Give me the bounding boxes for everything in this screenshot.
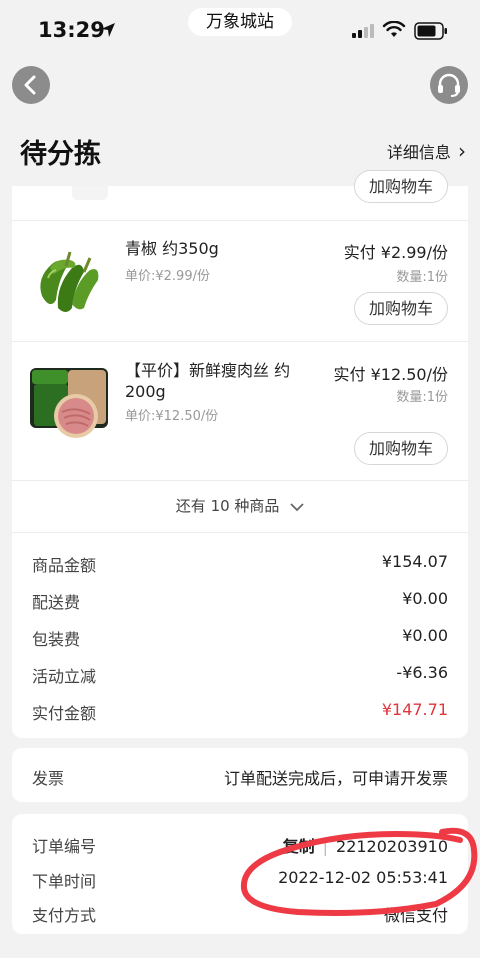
payment-method-label: 支付方式 [32,906,97,925]
customer-service-button[interactable] [430,66,468,104]
separator: | [322,837,329,856]
back-button[interactable] [12,66,50,104]
row-divider [12,341,468,342]
status-time: 13:29 [38,18,105,42]
order-time-label: 下单时间 [32,872,97,891]
goods-card: 加购物车 青椒 约350g 单价:¥2.99/份 实付 ¥2.99/份 数量:1… [12,170,468,738]
invoice-card[interactable]: 发票 订单配送完成后，可申请开发票 [12,748,468,802]
product-name: 【平价】新鲜瘦肉丝 约200g [125,361,291,401]
summary-paid-value: ¥147.71 [381,700,448,719]
product-paid-price: 实付 ¥2.99/份 [343,243,448,262]
invoice-label: 发票 [32,769,65,788]
product-quantity: 数量:1份 [396,390,448,405]
detail-info-label: 详细信息 [386,143,451,162]
product-image-green-pepper [28,238,110,320]
summary-label: 包装费 [32,630,81,649]
summary-value: -¥6.36 [396,663,448,682]
summary-value: ¥154.07 [381,552,448,571]
add-to-cart-button[interactable]: 加购物车 [354,292,448,325]
order-info-card: 订单编号 复制 | 22120203910 下单时间 2022-12-02 05:5… [12,814,468,934]
battery-icon [414,22,447,40]
copy-button[interactable]: 复制 [283,837,315,856]
location-arrow-icon [101,23,115,37]
add-to-cart-button[interactable]: 加购物车 [354,432,448,465]
payment-method-value: 微信支付 [383,906,448,925]
summary-value: ¥0.00 [402,589,448,608]
summary-label: 实付金额 [32,704,97,723]
summary-label: 配送费 [32,593,81,612]
order-time-value: 2022-12-02 05:53:41 [278,868,448,887]
chevron-down-icon [290,502,304,511]
row-divider [12,480,468,481]
product-quantity: 数量:1份 [396,270,448,285]
order-id-value-group: 复制 | 22120203910 [283,833,448,857]
more-goods-toggle[interactable]: 还有 10 种商品 [12,495,468,516]
summary-label: 活动立减 [32,667,97,686]
add-to-cart-button[interactable]: 加购物车 [354,170,448,203]
detail-info-link[interactable]: 详细信息 › [387,139,466,163]
order-id-value: 22120203910 [336,837,448,856]
summary-value: ¥0.00 [402,626,448,645]
product-unit-price: 单价:¥12.50/份 [125,409,219,424]
order-id-label: 订单编号 [32,837,97,856]
site-pill[interactable]: 万象城站 [188,8,292,36]
product-unit-price: 单价:¥2.99/份 [125,269,210,284]
headset-icon [438,73,460,97]
product-image-shredded-pork [28,360,110,442]
previous-item-image [72,186,108,200]
row-divider [12,532,468,533]
wifi-icon [382,21,406,37]
more-goods-label: 还有 10 种商品 [175,497,280,515]
invoice-note: 订单配送完成后，可申请开发票 [223,769,448,788]
summary-label: 商品金额 [32,556,97,575]
chevron-left-icon [24,75,36,95]
row-divider [12,220,468,221]
product-name: 青椒 约350g [125,239,219,258]
chevron-right-icon: › [458,139,466,163]
page-title: 待分拣 [20,139,101,170]
cellular-signal-icon [352,24,374,38]
product-paid-price: 实付 ¥12.50/份 [333,365,448,384]
status-bar: 13:29 万象城站 [0,0,480,62]
